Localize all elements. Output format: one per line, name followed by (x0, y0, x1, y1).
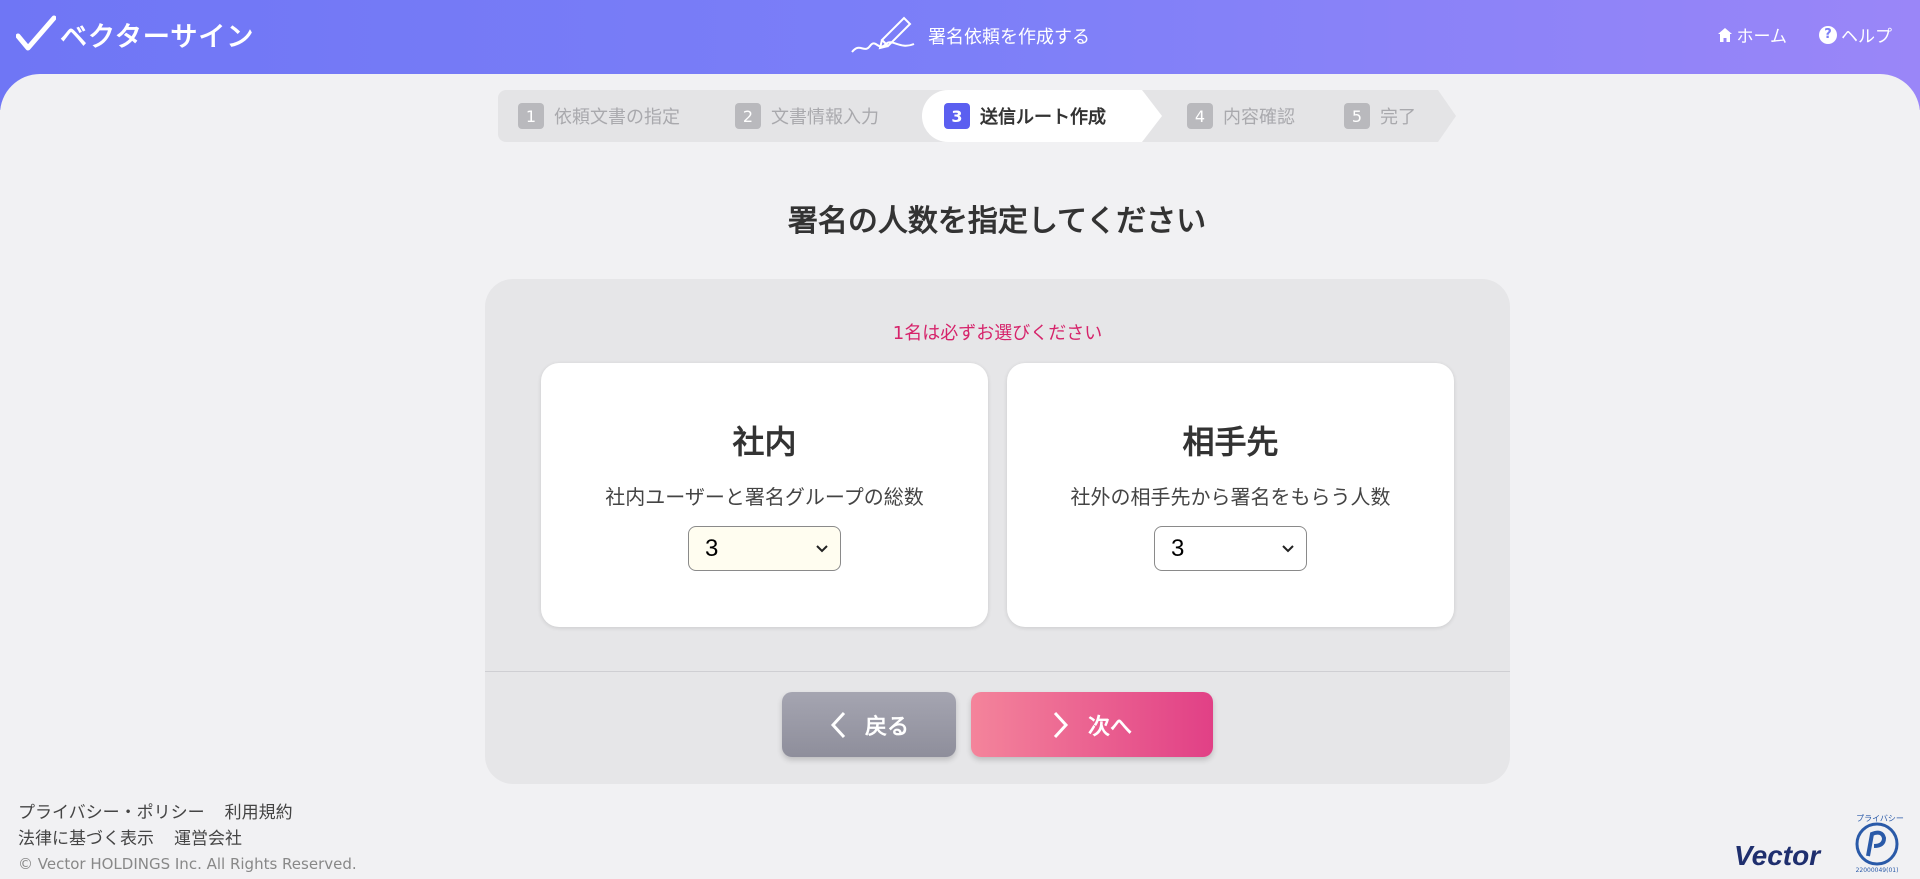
pmark-text: プライバシー (1856, 814, 1904, 823)
privacy-policy-link[interactable]: プライバシー・ポリシー (18, 800, 205, 826)
chevron-left-icon (830, 711, 846, 738)
chevron-down-icon (1282, 544, 1294, 552)
step-5: 5 完了 (1344, 90, 1416, 142)
help-icon: ? (1819, 25, 1837, 44)
nav-help-link[interactable]: ? ヘルプ (1819, 22, 1892, 47)
legal-notice-link[interactable]: 法律に基づく表示 (18, 826, 154, 852)
company-link[interactable]: 運営会社 (174, 826, 242, 852)
pmark-id: 22000049(01) (1856, 867, 1899, 874)
panel-divider (485, 671, 1510, 672)
step-number: 2 (735, 103, 761, 129)
step-1: 1 依頼文書の指定 (518, 90, 680, 142)
step-label: 依頼文書の指定 (554, 107, 680, 128)
internal-card-description: 社内ユーザーと署名グループの総数 (605, 485, 924, 509)
back-button-label: 戻る (864, 714, 909, 740)
required-notice: 1名は必ずお選びください (892, 323, 1103, 344)
page-header-label: 署名依頼を作成する (928, 27, 1090, 48)
nav-home-link[interactable]: ホーム (1717, 22, 1788, 47)
nav-home-label: ホーム (1736, 27, 1788, 47)
privacy-mark-icon: プライバシー 22000049(01) (1855, 814, 1904, 874)
page-header-title: 署名依頼を作成する (848, 12, 1090, 60)
step-4: 4 内容確認 (1187, 90, 1295, 142)
external-count-select[interactable]: 3 (1154, 526, 1307, 571)
brand-name: ベクターサイン (60, 21, 255, 53)
nav-help-label: ヘルプ (1841, 27, 1892, 47)
external-card-description: 社外の相手先から署名をもらう人数 (1070, 485, 1391, 509)
chevron-down-icon (816, 544, 828, 552)
external-count-value: 3 (1171, 534, 1185, 562)
step-number: 1 (518, 103, 544, 129)
step-3-active: 3 送信ルート作成 (922, 90, 1162, 142)
footer-links: プライバシー・ポリシー 利用規約 法律に基づく表示 運営会社 (18, 800, 293, 852)
external-card-title: 相手先 (1182, 423, 1279, 461)
step-number: 4 (1187, 103, 1213, 129)
signature-pen-icon (851, 16, 915, 53)
home-icon (1717, 27, 1732, 42)
step-label: 送信ルート作成 (980, 107, 1106, 128)
back-button[interactable]: 戻る (782, 692, 956, 757)
internal-card: 社内 社内ユーザーと署名グループの総数 3 (541, 363, 988, 627)
terms-link[interactable]: 利用規約 (225, 800, 293, 826)
signer-count-panel: 1名は必ずお選びください 社内 社内ユーザーと署名グループの総数 3 相手先 社… (485, 279, 1510, 784)
chevron-right-icon (1053, 711, 1069, 738)
progress-stepper: 1 依頼文書の指定 2 文書情報入力 3 送信ルート作成 4 内容確認 5 完了 (498, 90, 1456, 142)
brand-logo[interactable]: ベクターサイン (16, 12, 254, 56)
step-number: 5 (1344, 103, 1370, 129)
step-number: 3 (944, 103, 970, 129)
external-card: 相手先 社外の相手先から署名をもらう人数 3 (1007, 363, 1454, 627)
step-2: 2 文書情報入力 (735, 90, 879, 142)
step-label: 内容確認 (1223, 107, 1295, 128)
next-button-label: 次へ (1087, 714, 1132, 740)
internal-count-value: 3 (705, 534, 719, 562)
step-label: 完了 (1380, 107, 1416, 128)
header-nav: ホーム ? ヘルプ (1717, 22, 1892, 47)
next-button[interactable]: 次へ (971, 692, 1213, 757)
step-label: 文書情報入力 (771, 107, 879, 128)
internal-card-title: 社内 (732, 423, 797, 461)
vector-logo: Vector (1734, 840, 1821, 871)
checkmark-logo-icon (16, 15, 56, 51)
copyright: © Vector HOLDINGS Inc. All Rights Reserv… (18, 855, 357, 873)
internal-count-select[interactable]: 3 (688, 526, 841, 571)
page-title: 署名の人数を指定してください (787, 204, 1207, 239)
